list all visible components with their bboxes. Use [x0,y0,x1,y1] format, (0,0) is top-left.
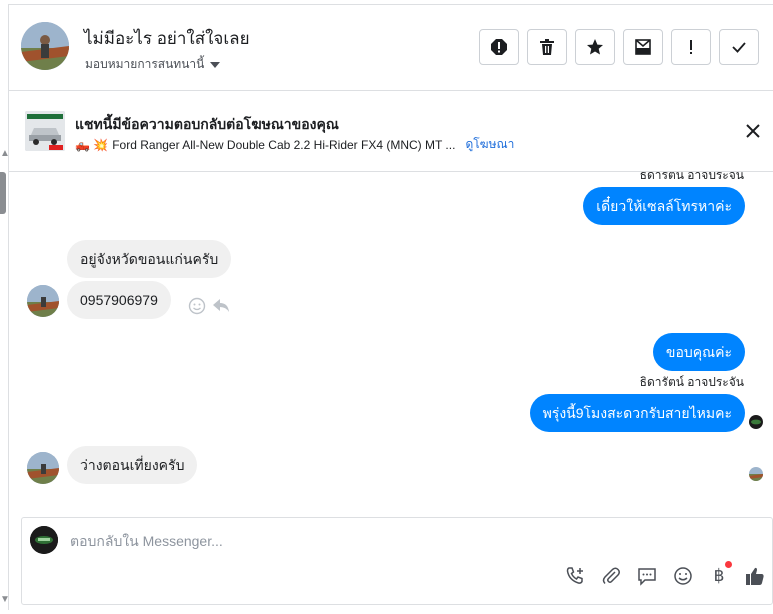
close-icon [746,124,760,138]
message-bubble-incoming[interactable]: ว่างตอนเที่ยงครับ [67,446,198,484]
delete-button[interactable] [527,29,567,65]
spam-icon [491,39,507,55]
star-icon [587,39,603,55]
contact-avatar-small [27,452,59,484]
ad-emoji: 🛻 💥 [75,137,109,152]
paperclip-icon [602,567,620,585]
smiley-icon [674,567,692,585]
header-actions [479,29,759,65]
done-check-icon [732,42,746,53]
message-bubble-outgoing[interactable]: เดี๋ยวให้เซลล์โทรหาค่ะ [583,187,745,225]
message-thread[interactable]: ธิดารัตน์ อาจประจัน เดี๋ยวให้เซลล์โทรหาค… [8,172,773,517]
assign-conversation-dropdown[interactable]: มอบหมายการสนทนานี้ [85,55,221,74]
mark-unread-icon [635,39,651,55]
follow-up-button[interactable] [671,29,711,65]
notification-dot [725,561,732,568]
ad-reply-banner: แชทนี้มีข้อความตอบกลับต่อโฆษณาของคุณ 🛻 💥… [8,92,773,172]
ad-thumbnail[interactable] [25,111,65,151]
assign-label: มอบหมายการสนทนานี้ [85,57,205,71]
message-bubble-outgoing[interactable]: ขอบคุณค่ะ [652,333,745,371]
saved-replies-button[interactable] [636,565,658,587]
close-banner-button[interactable] [743,121,763,141]
mark-spam-button[interactable] [479,29,519,65]
speech-bubble-icon [638,568,656,586]
message-bubble-outgoing[interactable]: พรุ่งนี้9โมงสะดวกรับสายไหมคะ [529,394,745,432]
phone-add-icon [566,567,583,584]
ad-product-name: Ford Ranger All-New Double Cab 2.2 Hi-Ri… [112,137,456,152]
contact-avatar-small [27,285,59,317]
seen-indicator-page [749,415,763,429]
mark-done-button[interactable] [719,29,759,65]
sender-name: ธิดารัตน์ อาจประจัน [639,375,744,389]
reply-input[interactable] [70,528,710,554]
ad-banner-title: แชทนี้มีข้อความตอบกลับต่อโฆษณาของคุณ [75,116,339,132]
like-button[interactable] [744,565,766,587]
trash-icon [540,39,554,55]
message-bubble-incoming[interactable]: อยู่จังหวัดขอนแก่นครับ [67,240,232,278]
thumbs-up-icon [746,567,764,585]
message-composer: ฿ [21,517,773,605]
composer-toolbar: ฿ [564,561,766,587]
react-emoji-icon[interactable] [188,297,206,315]
message-bubble-incoming[interactable]: 0957906979 [67,281,171,319]
chevron-down-icon [210,61,221,68]
call-button[interactable] [564,565,586,587]
mark-unread-button[interactable] [623,29,663,65]
contact-name[interactable]: ไม่มีอะไร อย่าใส่ใจเลย [84,25,250,52]
reply-icon[interactable] [212,296,230,314]
payment-button[interactable]: ฿ [708,561,732,587]
attach-button[interactable] [600,565,622,587]
ad-banner-details: 🛻 💥 Ford Ranger All-New Double Cab 2.2 H… [75,135,514,154]
side-panel-handle[interactable] [0,172,6,214]
conversation-header: ไม่มีอะไร อย่าใส่ใจเลย มอบหมายการสนทนานี… [8,5,773,91]
star-button[interactable] [575,29,615,65]
emoji-button[interactable] [672,565,694,587]
view-ad-link[interactable]: ดูโฆษณา [465,135,514,154]
follow-up-icon [690,40,692,54]
sender-name: ธิดารัตน์ อาจประจัน [639,172,744,182]
contact-avatar[interactable] [21,22,69,70]
baht-icon: ฿ [713,566,725,585]
page-avatar [30,526,58,554]
seen-indicator-contact [749,467,763,481]
